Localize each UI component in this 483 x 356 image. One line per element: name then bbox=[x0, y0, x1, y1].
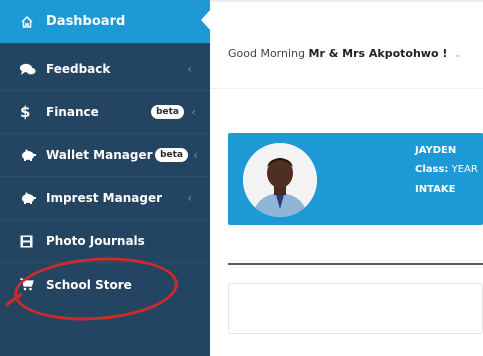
sidebar-item-wallet-manager[interactable]: Wallet Manager beta ‹ bbox=[0, 134, 210, 177]
sidebar-item-label: Finance bbox=[46, 105, 99, 119]
sidebar-item-label: Feedback bbox=[46, 62, 111, 76]
chevron-left-icon: ‹ bbox=[187, 191, 192, 205]
content-panel bbox=[228, 283, 483, 334]
sidebar-item-imprest-manager[interactable]: Imprest Manager ‹ bbox=[0, 177, 210, 220]
chat-bubbles-icon bbox=[20, 63, 40, 76]
sidebar-item-school-store[interactable]: School Store bbox=[0, 263, 210, 306]
sidebar: Dashboard Feedback ‹ $ Finance beta ‹ Wa… bbox=[0, 0, 210, 356]
dropdown-caret-icon[interactable]: ⌄ bbox=[454, 50, 462, 60]
beta-badge: beta bbox=[155, 148, 188, 162]
greeting: Good Morning Mr & Mrs Akpotohwo ! ⌄ bbox=[228, 47, 461, 60]
avatar bbox=[243, 143, 317, 217]
class-value: YEAR bbox=[451, 164, 478, 175]
chevron-left-icon: ‹ bbox=[187, 62, 192, 76]
sidebar-item-label: Dashboard bbox=[46, 14, 126, 29]
student-name: JAYDEN bbox=[415, 145, 457, 156]
sidebar-item-feedback[interactable]: Feedback ‹ bbox=[0, 48, 210, 91]
beta-badge: beta bbox=[151, 105, 184, 119]
dollar-icon: $ bbox=[20, 103, 31, 121]
sidebar-item-label: Imprest Manager bbox=[46, 191, 162, 205]
chevron-left-icon: ‹ bbox=[193, 148, 198, 162]
section-divider bbox=[228, 263, 483, 265]
sidebar-item-finance[interactable]: $ Finance beta ‹ bbox=[0, 91, 210, 134]
sidebar-item-label: Wallet Manager bbox=[46, 148, 153, 162]
shopping-cart-icon bbox=[20, 278, 40, 291]
sidebar-item-dashboard[interactable]: Dashboard bbox=[0, 0, 210, 44]
piggy-bank-icon bbox=[20, 148, 40, 162]
chevron-left-icon: ‹ bbox=[191, 105, 196, 119]
greeting-prefix: Good Morning bbox=[228, 47, 305, 60]
sidebar-item-label: Photo Journals bbox=[46, 234, 145, 248]
sidebar-item-label: School Store bbox=[46, 277, 132, 292]
active-indicator bbox=[201, 9, 211, 31]
home-icon bbox=[20, 15, 40, 29]
film-icon bbox=[20, 235, 40, 248]
divider bbox=[210, 88, 483, 89]
student-class: Class: YEAR bbox=[415, 164, 478, 175]
class-label: Class: bbox=[415, 164, 449, 175]
greeting-name: Mr & Mrs Akpotohwo ! bbox=[308, 47, 448, 60]
student-intake: INTAKE bbox=[415, 184, 456, 195]
sidebar-item-photo-journals[interactable]: Photo Journals bbox=[0, 220, 210, 263]
piggy-bank-icon bbox=[20, 191, 40, 205]
top-bar bbox=[210, 0, 483, 2]
